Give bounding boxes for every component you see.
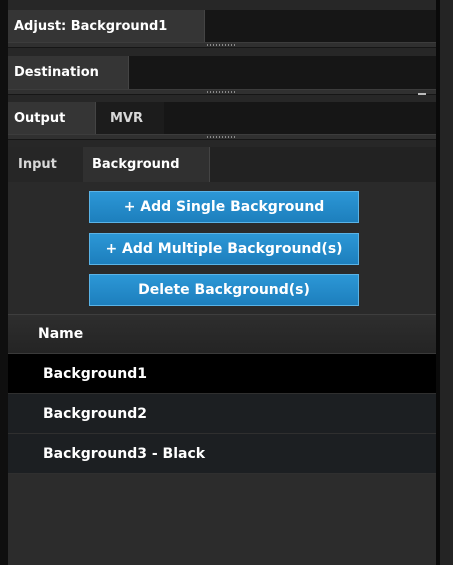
- destination-tab-bar: Destination: [8, 56, 436, 89]
- collapse-icon[interactable]: [418, 93, 426, 95]
- adjust-tab-bar: Adjust: Background1: [8, 10, 436, 42]
- splitter-2[interactable]: [8, 89, 436, 95]
- output-tab-bar: Output MVR: [8, 102, 436, 134]
- action-buttons: + Add Single Background + Add Multiple B…: [8, 182, 436, 314]
- list-header-name[interactable]: Name: [8, 314, 436, 354]
- add-multiple-backgrounds-button[interactable]: + Add Multiple Background(s): [89, 233, 359, 265]
- splitter-grip: [207, 44, 237, 46]
- tab-destination[interactable]: Destination: [8, 56, 129, 89]
- splitter-3[interactable]: [8, 134, 436, 140]
- tab-background[interactable]: Background: [83, 147, 210, 182]
- left-edge: [0, 0, 8, 565]
- list-item[interactable]: Background2: [8, 394, 436, 434]
- add-single-background-button[interactable]: + Add Single Background: [89, 191, 359, 223]
- splitter-1[interactable]: [8, 42, 436, 48]
- splitter-grip: [207, 91, 237, 93]
- tab-adjust[interactable]: Adjust: Background1: [8, 10, 205, 42]
- list-item[interactable]: Background3 - Black: [8, 434, 436, 474]
- list-item[interactable]: Background1: [8, 354, 436, 394]
- tab-mvr[interactable]: MVR: [96, 102, 164, 134]
- adjust-panel: Adjust: Background1 Destination Output M…: [8, 0, 436, 565]
- tab-output[interactable]: Output: [8, 102, 96, 134]
- delete-backgrounds-button[interactable]: Delete Background(s): [89, 274, 359, 306]
- splitter-grip: [207, 136, 237, 138]
- right-workspace: [440, 0, 453, 565]
- tab-input[interactable]: Input: [8, 147, 83, 182]
- sub-tab-bar: Input Background: [8, 147, 436, 182]
- list-empty-area: [8, 474, 436, 565]
